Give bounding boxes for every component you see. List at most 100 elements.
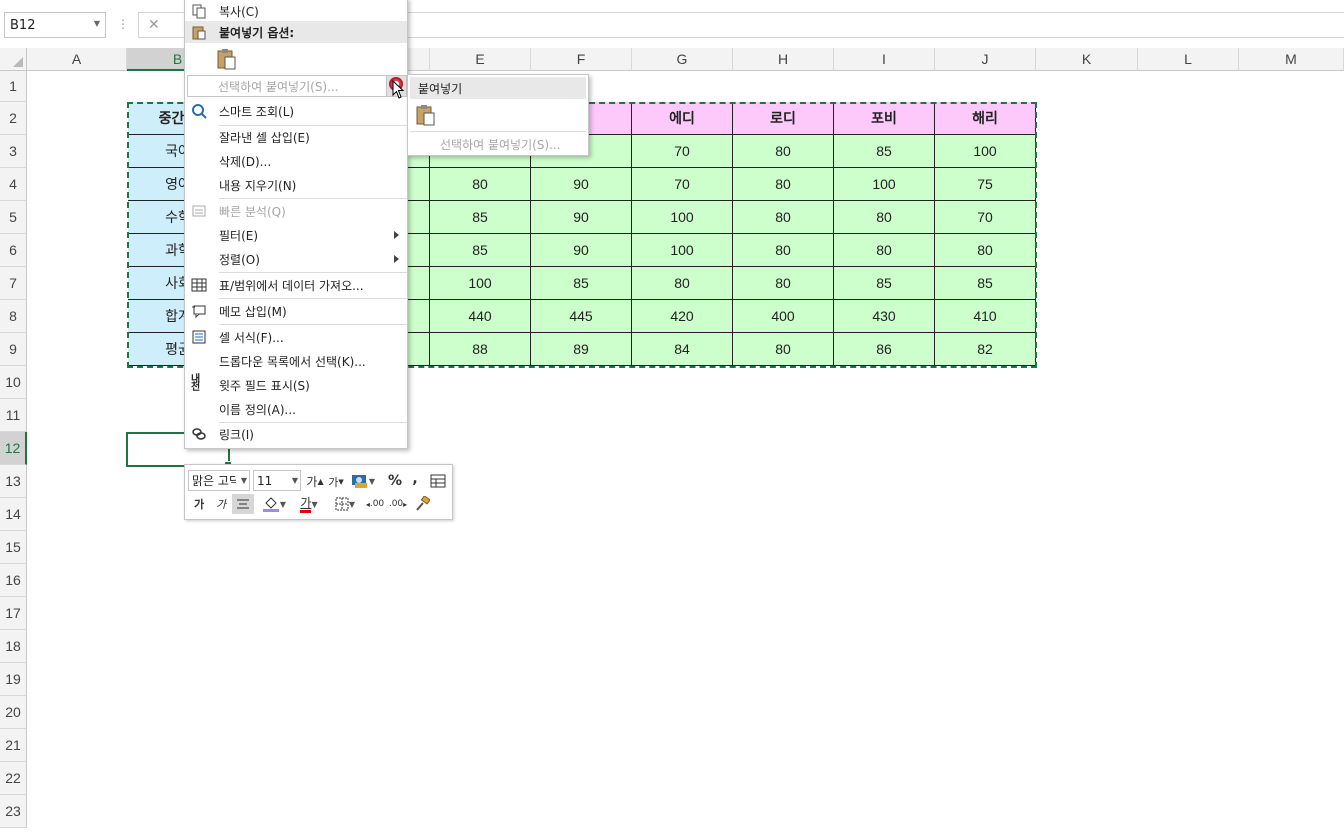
- menu-item-get-data[interactable]: 표/범위에서 데이터 가져오...: [185, 274, 407, 297]
- data-cell[interactable]: 70: [632, 168, 733, 201]
- row-header-6[interactable]: 6: [0, 234, 27, 267]
- data-cell[interactable]: 80: [430, 168, 531, 201]
- data-cell[interactable]: 85: [531, 267, 632, 300]
- row-header-14[interactable]: 14: [0, 498, 27, 531]
- table-header-g[interactable]: 에디: [632, 102, 733, 135]
- row-header-7[interactable]: 7: [0, 267, 27, 300]
- paste-option-button[interactable]: [215, 47, 239, 71]
- column-header-a[interactable]: A: [27, 48, 127, 71]
- column-header-i[interactable]: I: [834, 48, 935, 71]
- decrease-decimal-button[interactable]: .00 ▸: [387, 494, 409, 514]
- data-cell[interactable]: 70: [935, 201, 1036, 234]
- column-header-h[interactable]: H: [733, 48, 834, 71]
- menu-item-quick-analysis[interactable]: 빠른 분석(Q): [185, 200, 407, 223]
- column-header-f[interactable]: F: [531, 48, 632, 71]
- data-cell[interactable]: 90: [531, 201, 632, 234]
- row-header-2[interactable]: 2: [0, 102, 27, 135]
- row-header-11[interactable]: 11: [0, 399, 27, 432]
- menu-item-insert-cut-cells[interactable]: 잘라낸 셀 삽입(E): [185, 126, 407, 149]
- data-cell[interactable]: 80: [834, 234, 935, 267]
- data-cell[interactable]: 70: [632, 135, 733, 168]
- menu-item-copy[interactable]: 복사(C): [185, 0, 407, 23]
- menu-item-smart-lookup[interactable]: 스마트 조회(L): [185, 100, 407, 123]
- column-header-e[interactable]: E: [430, 48, 531, 71]
- table-header-h[interactable]: 로디: [733, 102, 834, 135]
- menu-item-format-cells[interactable]: 셀 서식(F)...: [185, 326, 407, 349]
- row-header-23[interactable]: 23: [0, 795, 27, 828]
- menu-item-sort[interactable]: 정렬(O): [185, 248, 407, 271]
- menu-item-define-name[interactable]: 이름 정의(A)...: [185, 398, 407, 421]
- row-header-20[interactable]: 20: [0, 696, 27, 729]
- row-header-17[interactable]: 17: [0, 597, 27, 630]
- comma-style-button[interactable]: ,: [407, 469, 423, 489]
- data-cell[interactable]: 430: [834, 300, 935, 333]
- data-cell[interactable]: 80: [632, 267, 733, 300]
- row-header-9[interactable]: 9: [0, 333, 27, 366]
- column-header-g[interactable]: G: [632, 48, 733, 71]
- cancel-icon[interactable]: ✕: [148, 17, 160, 33]
- data-cell[interactable]: 80: [733, 135, 834, 168]
- data-cell[interactable]: 75: [935, 168, 1036, 201]
- bold-button[interactable]: 가: [189, 494, 209, 514]
- format-table-button[interactable]: [427, 471, 449, 491]
- row-header-5[interactable]: 5: [0, 201, 27, 234]
- row-header-21[interactable]: 21: [0, 729, 27, 762]
- row-header-4[interactable]: 4: [0, 168, 27, 201]
- data-cell[interactable]: 84: [632, 333, 733, 366]
- data-cell[interactable]: 86: [834, 333, 935, 366]
- data-cell[interactable]: 90: [531, 168, 632, 201]
- menu-item-paste-special[interactable]: 선택하여 붙여넣기(S)...: [187, 75, 387, 97]
- borders-button[interactable]: ▼: [330, 494, 360, 514]
- row-header-15[interactable]: 15: [0, 531, 27, 564]
- data-cell[interactable]: 80: [733, 201, 834, 234]
- menu-item-delete[interactable]: 삭제(D)...: [185, 150, 407, 173]
- increase-decimal-button[interactable]: ◂ .00: [364, 494, 386, 514]
- data-cell[interactable]: 100: [632, 234, 733, 267]
- data-cell[interactable]: 89: [531, 333, 632, 366]
- row-header-13[interactable]: 13: [0, 465, 27, 498]
- shrink-font-button[interactable]: 가 ▼: [327, 472, 345, 492]
- table-header-i[interactable]: 포비: [834, 102, 935, 135]
- row-header-22[interactable]: 22: [0, 762, 27, 795]
- grow-font-button[interactable]: 가 ▲: [305, 471, 325, 491]
- row-header-12[interactable]: 12: [0, 432, 27, 465]
- name-box[interactable]: B12 ▼: [4, 12, 106, 38]
- row-header-3[interactable]: 3: [0, 135, 27, 168]
- data-cell[interactable]: 400: [733, 300, 834, 333]
- accounting-format-button[interactable]: ▼: [348, 471, 378, 491]
- data-cell[interactable]: 85: [834, 267, 935, 300]
- data-cell[interactable]: 80: [733, 267, 834, 300]
- column-header-k[interactable]: K: [1036, 48, 1138, 71]
- submenu-paste-button[interactable]: [414, 103, 438, 127]
- center-align-button[interactable]: [232, 494, 254, 514]
- data-cell[interactable]: 100: [632, 201, 733, 234]
- data-cell[interactable]: 445: [531, 300, 632, 333]
- column-header-m[interactable]: M: [1239, 48, 1344, 71]
- data-cell[interactable]: 100: [935, 135, 1036, 168]
- row-header-1[interactable]: 1: [0, 71, 27, 102]
- table-header-j[interactable]: 해리: [935, 102, 1036, 135]
- data-cell[interactable]: 85: [935, 267, 1036, 300]
- data-cell[interactable]: 90: [531, 234, 632, 267]
- font-size-select[interactable]: 11 ▼: [253, 470, 301, 491]
- menu-item-phonetic[interactable]: 내천 윗주 필드 표시(S): [185, 374, 407, 397]
- format-painter-button[interactable]: [411, 494, 433, 514]
- data-cell[interactable]: 80: [935, 234, 1036, 267]
- menu-item-link[interactable]: 링크(I): [185, 423, 407, 446]
- data-cell[interactable]: 85: [834, 135, 935, 168]
- data-cell[interactable]: 440: [430, 300, 531, 333]
- chevron-down-icon[interactable]: ▼: [94, 19, 100, 28]
- row-header-16[interactable]: 16: [0, 564, 27, 597]
- menu-item-clear-contents[interactable]: 내용 지우기(N): [185, 174, 407, 197]
- data-cell[interactable]: 80: [834, 201, 935, 234]
- data-cell[interactable]: 80: [733, 168, 834, 201]
- select-all-button[interactable]: [0, 48, 27, 71]
- column-header-l[interactable]: L: [1138, 48, 1239, 71]
- submenu-item-paste-special[interactable]: 선택하여 붙여넣기(S)...: [408, 133, 588, 155]
- data-cell[interactable]: 82: [935, 333, 1036, 366]
- data-cell[interactable]: 80: [733, 234, 834, 267]
- menu-item-filter[interactable]: 필터(E): [185, 224, 407, 247]
- data-cell[interactable]: 88: [430, 333, 531, 366]
- column-header-j[interactable]: J: [935, 48, 1036, 71]
- row-header-10[interactable]: 10: [0, 366, 27, 399]
